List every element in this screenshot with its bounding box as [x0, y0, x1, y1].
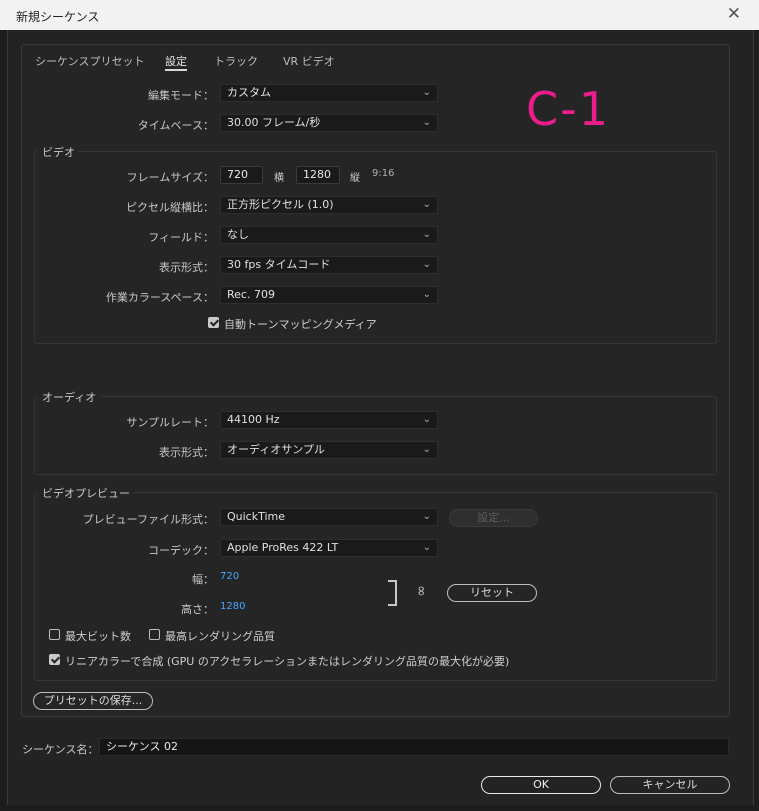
- chevron-down-icon: ⌄: [422, 199, 431, 210]
- display-format-select[interactable]: 30 fps タイムコード ⌄: [220, 256, 438, 274]
- linear-color-label: リニアカラーで合成 (GPU のアクセラレーションまたはレンダリング品質の最大化…: [65, 655, 510, 668]
- edit-mode-value: カスタム: [227, 86, 271, 99]
- preview-settings-button[interactable]: 設定...: [449, 509, 538, 527]
- ok-button[interactable]: OK: [481, 776, 601, 794]
- audio-group-title: オーディオ: [38, 389, 101, 405]
- fields-value: なし: [227, 228, 249, 241]
- max-render-quality-label: 最高レンダリング品質: [165, 630, 275, 643]
- pixel-aspect-select[interactable]: 正方形ピクセル (1.0) ⌄: [220, 196, 438, 214]
- codec-select[interactable]: Apple ProRes 422 LT ⌄: [220, 539, 438, 557]
- frame-height-unit: 縦: [350, 173, 360, 184]
- chevron-down-icon: ⌄: [422, 87, 431, 98]
- preview-height-value[interactable]: 1280: [220, 601, 245, 612]
- sequence-name-input[interactable]: シーケンス 02: [99, 738, 729, 756]
- audio-display-format-value: オーディオサンプル: [227, 443, 325, 456]
- frame-height-input[interactable]: 1280: [296, 166, 340, 184]
- chevron-down-icon: ⌄: [422, 229, 431, 240]
- preview-width-label: 幅：: [192, 573, 214, 586]
- audio-display-format-label: 表示形式：: [159, 446, 214, 459]
- reset-button[interactable]: リセット: [447, 584, 537, 602]
- preview-file-format-value: QuickTime: [227, 510, 286, 523]
- link-icon[interactable]: ∞: [413, 585, 429, 597]
- cancel-button[interactable]: キャンセル: [610, 776, 730, 794]
- codec-label: コーデック：: [148, 544, 214, 557]
- max-bit-depth-label: 最大ビット数: [65, 630, 131, 643]
- frame-size-label: フレームサイズ：: [126, 171, 214, 184]
- active-tab-indicator: [165, 69, 187, 71]
- timebase-select[interactable]: 30.00 フレーム/秒 ⌄: [220, 114, 438, 132]
- sequence-name-label: シーケンス名：: [22, 743, 99, 756]
- tonemap-label: 自動トーンマッピングメディア: [224, 318, 377, 331]
- video-group-title: ビデオ: [38, 144, 79, 160]
- pixel-aspect-value: 正方形ピクセル (1.0): [227, 198, 334, 211]
- max-render-quality-checkbox[interactable]: [149, 629, 160, 640]
- title-bar: 新規シーケンス ✕: [0, 0, 759, 30]
- color-space-value: Rec. 709: [227, 288, 275, 301]
- display-format-label: 表示形式：: [159, 261, 214, 274]
- audio-group: [34, 396, 717, 475]
- preview-file-format-select[interactable]: QuickTime ⌄: [220, 508, 438, 526]
- tab-tracks[interactable]: トラック: [214, 53, 258, 69]
- fields-label: フィールド：: [148, 231, 214, 244]
- timebase-value: 30.00 フレーム/秒: [227, 116, 321, 129]
- tab-settings[interactable]: 設定: [165, 53, 187, 69]
- sample-rate-select[interactable]: 44100 Hz ⌄: [220, 411, 438, 429]
- annotation-label: C-1: [526, 82, 610, 136]
- color-space-select[interactable]: Rec. 709 ⌄: [220, 286, 438, 304]
- color-space-label: 作業カラースペース：: [105, 291, 214, 304]
- linear-color-checkbox[interactable]: [49, 654, 60, 665]
- audio-display-format-select[interactable]: オーディオサンプル ⌄: [220, 441, 438, 459]
- edit-mode-select[interactable]: カスタム ⌄: [220, 84, 438, 102]
- chevron-down-icon: ⌄: [422, 117, 431, 128]
- preview-file-format-label: プレビューファイル形式：: [82, 513, 214, 526]
- chevron-down-icon: ⌄: [422, 289, 431, 300]
- chevron-down-icon: ⌄: [422, 542, 431, 553]
- pixel-aspect-label: ピクセル縦横比：: [126, 201, 214, 214]
- window-title: 新規シーケンス: [16, 10, 100, 24]
- chevron-down-icon: ⌄: [422, 511, 431, 522]
- display-format-value: 30 fps タイムコード: [227, 258, 331, 271]
- close-icon[interactable]: ✕: [727, 4, 741, 24]
- save-preset-button[interactable]: プリセットの保存...: [33, 692, 153, 710]
- chevron-down-icon: ⌄: [422, 444, 431, 455]
- sample-rate-value: 44100 Hz: [227, 413, 280, 426]
- preview-width-value[interactable]: 720: [220, 571, 239, 582]
- timebase-label: タイムベース：: [137, 119, 214, 132]
- chevron-down-icon: ⌄: [422, 259, 431, 270]
- preview-height-label: 高さ：: [181, 603, 214, 616]
- max-bit-depth-checkbox[interactable]: [49, 629, 60, 640]
- fields-select[interactable]: なし ⌄: [220, 226, 438, 244]
- tonemap-checkbox[interactable]: [208, 317, 219, 328]
- chevron-down-icon: ⌄: [422, 414, 431, 425]
- tab-sequence-presets[interactable]: シーケンスプリセット: [35, 53, 144, 69]
- frame-width-unit: 横: [274, 173, 284, 184]
- sample-rate-label: サンプルレート：: [126, 416, 214, 429]
- tab-vr-video[interactable]: VR ビデオ: [283, 53, 335, 69]
- video-preview-group-title: ビデオプレビュー: [38, 485, 134, 501]
- edit-mode-label: 編集モード：: [148, 89, 214, 102]
- aspect-ratio-readout: 9:16: [372, 168, 395, 179]
- frame-width-input[interactable]: 720: [220, 166, 263, 184]
- codec-value: Apple ProRes 422 LT: [227, 541, 339, 554]
- dimension-bracket: [388, 580, 397, 606]
